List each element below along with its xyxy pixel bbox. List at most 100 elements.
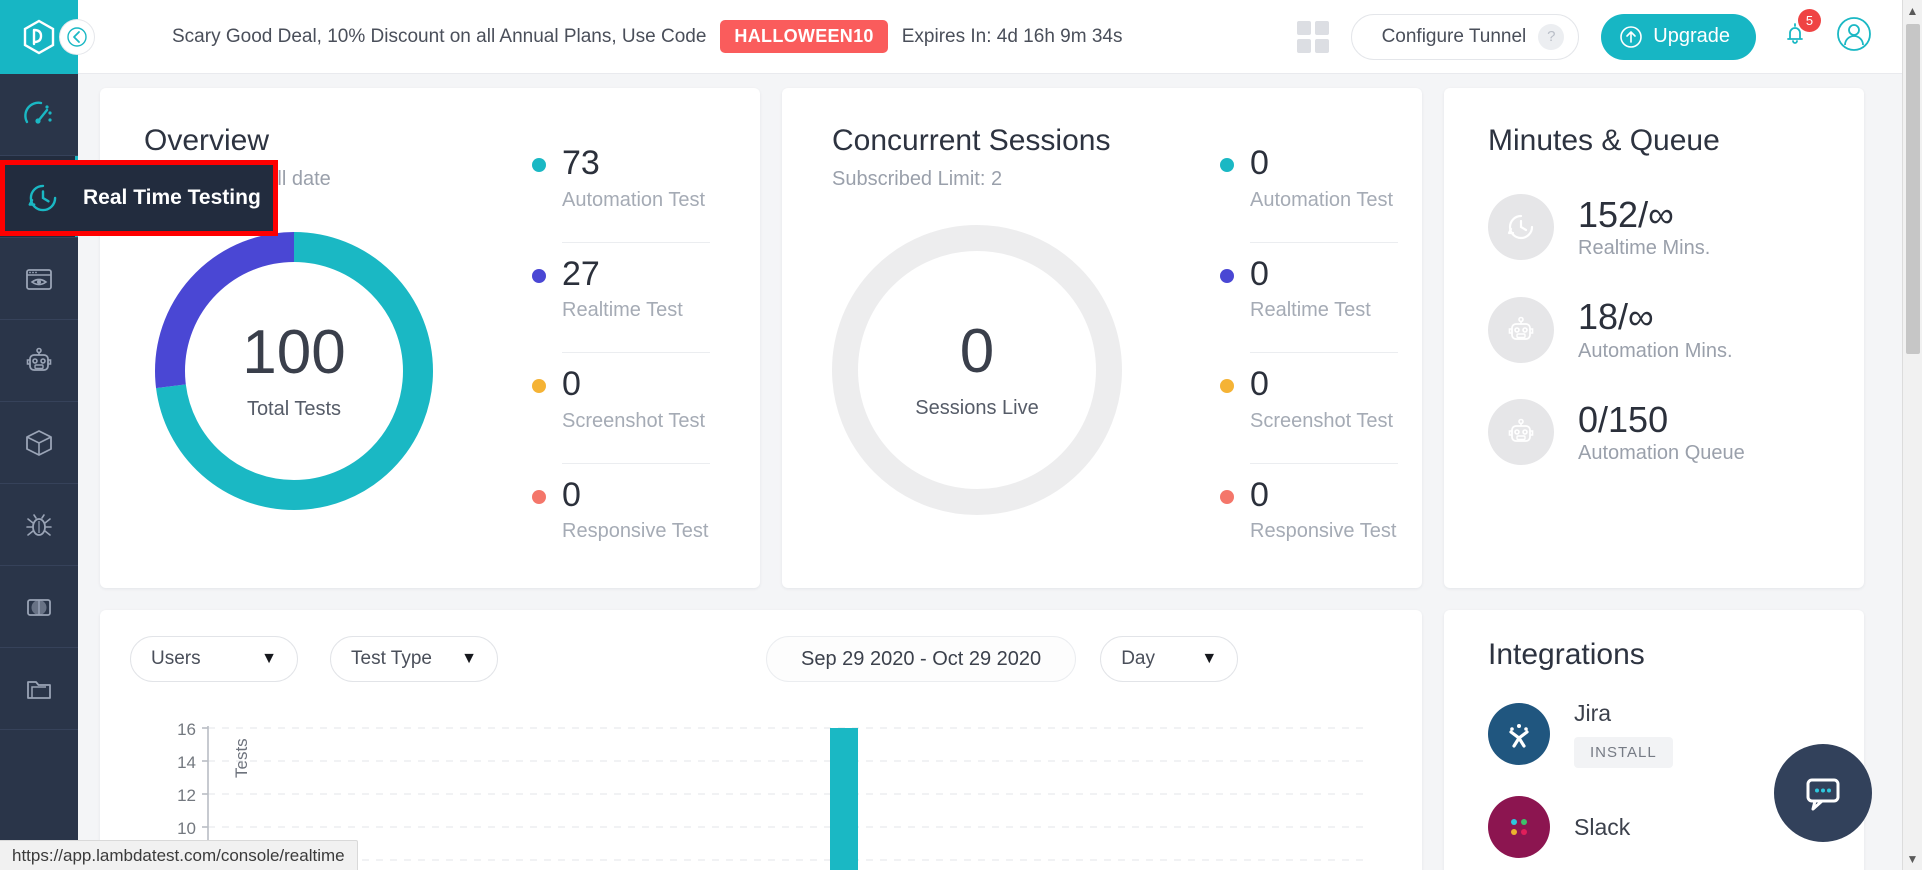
sidebar-item-projects[interactable] <box>0 648 78 730</box>
test-type-select-label: Test Type <box>351 648 432 670</box>
sidebar-item-visual-testing[interactable] <box>0 238 78 320</box>
user-avatar-button[interactable] <box>1834 14 1874 59</box>
overview-legend: 73 Automation Test 27 Realtime Test <box>504 124 710 588</box>
upgrade-label: Upgrade <box>1653 25 1730 48</box>
chevron-down-icon: ▼ <box>461 650 477 668</box>
page-scrollbar[interactable]: ▲ ▼ <box>1902 0 1922 870</box>
donut-center-label: 100 Total Tests <box>144 221 444 521</box>
granularity-select-label: Day <box>1121 648 1155 670</box>
visual-browser-eye-icon <box>19 259 59 299</box>
chart-filters: Users ▼ Test Type ▼ Sep 29 2020 - Oct 29… <box>130 636 1392 682</box>
overview-donut-chart: 100 Total Tests <box>144 221 444 521</box>
integrations-title: Integrations <box>1488 638 1864 672</box>
bottom-cards-row: Users ▼ Test Type ▼ Sep 29 2020 - Oct 29… <box>100 610 1883 870</box>
smart-ui-split-circle-icon <box>19 587 59 627</box>
legend-value: 27 <box>562 253 683 296</box>
legend-label: Responsive Test <box>562 520 708 543</box>
legend-dot-screenshot <box>532 379 546 393</box>
svg-text:10: 10 <box>177 819 196 838</box>
date-range-picker[interactable]: Sep 29 2020 - Oct 29 2020 <box>766 636 1076 682</box>
legend-label: Automation Test <box>1250 189 1393 212</box>
sessions-live-caption: Sessions Live <box>915 397 1038 420</box>
tooltip-label: Real Time Testing <box>83 186 261 210</box>
minutes-queue-card: Minutes & Queue 152/∞ Realtime Mins. <box>1444 88 1864 588</box>
realtime-clock-icon <box>21 176 65 220</box>
sidebar-collapse-button[interactable] <box>60 20 94 54</box>
legend-label: Screenshot Test <box>1250 410 1393 433</box>
concurrent-title: Concurrent Sessions <box>832 124 1192 158</box>
minutes-queue-value: 0/150 <box>1578 399 1745 440</box>
svg-text:12: 12 <box>177 786 196 805</box>
bar <box>830 728 858 870</box>
configure-tunnel-label: Configure Tunnel <box>1382 26 1527 48</box>
browser-status-bar: https://app.lambdatest.com/console/realt… <box>0 840 358 870</box>
legend-label: Realtime Test <box>562 299 683 322</box>
folder-icon <box>19 669 59 709</box>
concurrent-left: Concurrent Sessions Subscribed Limit: 2 … <box>832 124 1192 588</box>
status-url: https://app.lambdatest.com/console/realt… <box>12 846 345 866</box>
integration-name: Jira <box>1574 700 1673 727</box>
legend-value: 0 <box>1250 474 1396 517</box>
minutes-queue-value: 18/∞ <box>1578 296 1733 337</box>
realtime-clock-icon <box>1488 194 1554 260</box>
legend-dot-responsive <box>1220 490 1234 504</box>
legend-dot-automation <box>532 158 546 172</box>
legend-divider <box>1250 352 1398 353</box>
dashboard-speedometer-icon <box>19 95 59 135</box>
scroll-down-button[interactable]: ▼ <box>1903 848 1922 870</box>
real-time-testing-tooltip[interactable]: Real Time Testing <box>0 160 278 236</box>
integration-name: Slack <box>1574 814 1630 841</box>
configure-tunnel-button[interactable]: Configure Tunnel ? <box>1351 14 1580 60</box>
legend-divider <box>562 242 710 243</box>
legend-item: 27 Realtime Test <box>532 253 710 333</box>
grid-apps-icon[interactable] <box>1297 21 1329 53</box>
notifications-button[interactable]: 5 <box>1778 17 1812 56</box>
sidebar-item-automation[interactable] <box>0 320 78 402</box>
tests-chart-card: Users ▼ Test Type ▼ Sep 29 2020 - Oct 29… <box>100 610 1422 870</box>
concurrent-ring-chart: 0 Sessions Live <box>832 225 1122 515</box>
help-icon[interactable]: ? <box>1538 24 1564 50</box>
upgrade-button[interactable]: Upgrade <box>1601 14 1756 60</box>
test-type-select[interactable]: Test Type ▼ <box>330 636 498 682</box>
legend-divider <box>1250 242 1398 243</box>
sidebar-item-issue-tracker[interactable] <box>0 484 78 566</box>
legend-item: 0 Responsive Test <box>532 474 710 554</box>
jira-logo-icon <box>1488 703 1550 765</box>
legend-item: 73 Automation Test <box>532 142 710 222</box>
total-tests-caption: Total Tests <box>247 398 341 421</box>
total-tests-value: 100 <box>242 322 345 384</box>
notification-badge: 5 <box>1798 9 1821 32</box>
users-select[interactable]: Users ▼ <box>130 636 298 682</box>
ring-center-label: 0 Sessions Live <box>858 251 1096 489</box>
automation-robot-icon <box>19 341 59 381</box>
legend-label: Realtime Test <box>1250 299 1371 322</box>
sessions-live-value: 0 <box>960 321 994 383</box>
minutes-queue-item: 0/150 Automation Queue <box>1488 399 1864 465</box>
promo-code-badge[interactable]: HALLOWEEN10 <box>720 20 887 53</box>
bug-icon <box>19 505 59 545</box>
minutes-queue-title: Minutes & Queue <box>1488 124 1864 158</box>
sidebar-item-smart-ui[interactable] <box>0 566 78 648</box>
scroll-up-button[interactable]: ▲ <box>1903 0 1922 22</box>
legend-dot-automation <box>1220 158 1234 172</box>
chevron-down-icon: ▼ <box>261 650 277 668</box>
chat-support-button[interactable] <box>1774 744 1872 842</box>
legend-item: 0 Automation Test <box>1220 142 1398 222</box>
legend-item: 0 Responsive Test <box>1220 474 1398 554</box>
granularity-select[interactable]: Day ▼ <box>1100 636 1238 682</box>
upload-arrow-icon <box>1619 25 1643 49</box>
minutes-queue-label: Realtime Mins. <box>1578 237 1710 260</box>
legend-item: 0 Screenshot Test <box>532 363 710 443</box>
sidebar-item-app-testing[interactable] <box>0 402 78 484</box>
top-bar: Scary Good Deal, 10% Discount on all Ann… <box>0 0 1922 74</box>
promo-expiry: Expires In: 4d 16h 9m 34s <box>902 26 1123 48</box>
overview-title: Overview <box>144 124 504 158</box>
legend-dot-realtime <box>1220 269 1234 283</box>
legend-dot-responsive <box>532 490 546 504</box>
install-button[interactable]: INSTALL <box>1574 737 1673 768</box>
promo-text: Scary Good Deal, 10% Discount on all Ann… <box>172 26 706 48</box>
scrollbar-thumb[interactable] <box>1906 24 1920 354</box>
minutes-queue-label: Automation Mins. <box>1578 340 1733 363</box>
lambdatest-logo-icon <box>22 19 56 55</box>
sidebar-item-dashboard[interactable] <box>0 74 78 156</box>
